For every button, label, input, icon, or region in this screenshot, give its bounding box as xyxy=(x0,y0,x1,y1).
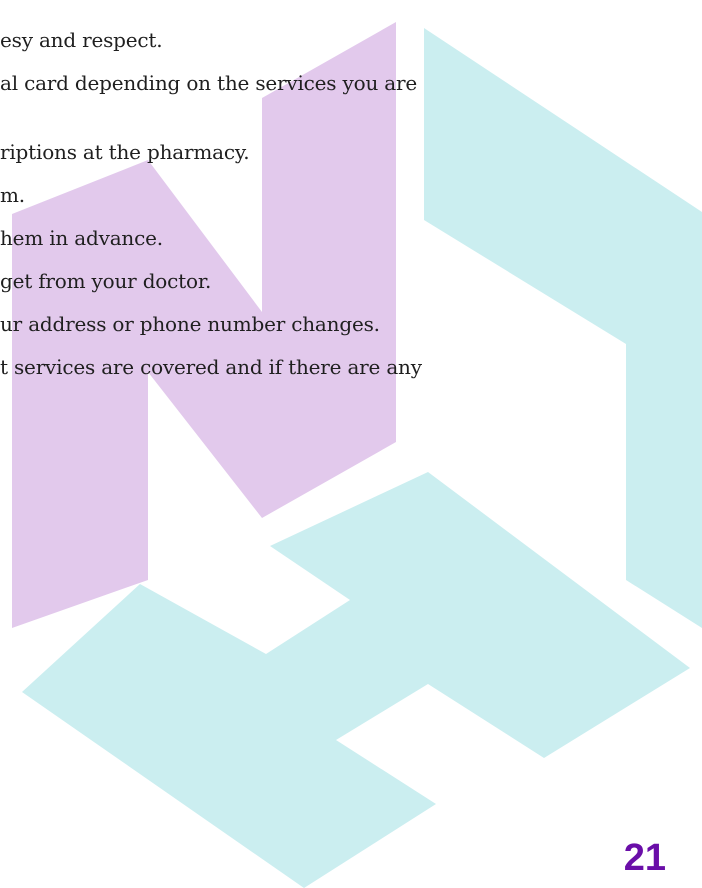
text-line: m. xyxy=(0,183,25,207)
text-line: ur address or phone number changes. xyxy=(0,312,380,336)
text-line: t services are covered and if there are … xyxy=(0,355,422,379)
text-line: esy and respect. xyxy=(0,28,163,52)
text-line: hem in advance. xyxy=(0,226,163,250)
page-number: 21 xyxy=(623,837,666,879)
text-line: al card depending on the services you ar… xyxy=(0,71,418,95)
text-line: get from your doctor. xyxy=(0,269,212,293)
text-line: riptions at the pharmacy. xyxy=(0,140,250,164)
body-text: esy and respect. al card depending on th… xyxy=(0,0,702,888)
document-page: esy and respect. al card depending on th… xyxy=(0,0,702,888)
